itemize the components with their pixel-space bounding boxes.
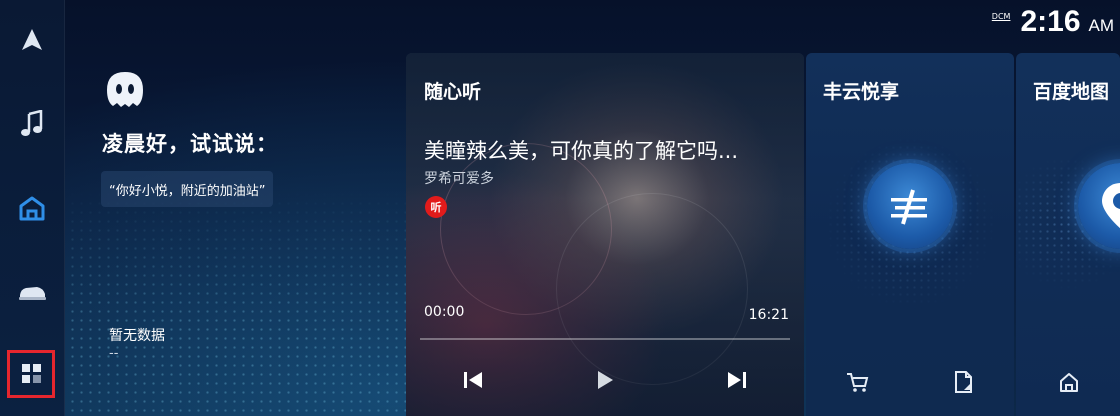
empty-data-value: --: [109, 346, 119, 361]
home-icon: [19, 196, 45, 221]
apps-highlight-box: [7, 350, 55, 398]
cart-button[interactable]: [844, 369, 870, 395]
network-label: DCM: [991, 11, 1011, 21]
clock-time: 2:16: [1020, 5, 1081, 38]
skip-next-icon: [728, 372, 746, 388]
navigation-arrow-icon: [22, 29, 42, 50]
previous-button[interactable]: [458, 365, 488, 395]
next-button[interactable]: [722, 365, 752, 395]
fengyun-logo-icon: [867, 163, 953, 249]
sidebar: [0, 0, 65, 416]
source-badge: 听: [425, 196, 447, 218]
time-total: 16:21: [748, 307, 789, 323]
map-home-button[interactable]: [1056, 369, 1082, 395]
cart-icon: [847, 373, 869, 392]
progress-bar[interactable]: [420, 338, 790, 340]
assistant-hint[interactable]: “你好小悦，附近的加油站”: [101, 171, 274, 207]
status-bar: DCM 2:16 AM: [992, 2, 1114, 42]
assistant-avatar-icon[interactable]: [103, 70, 147, 110]
song-artist: 罗希可爱多: [424, 171, 494, 187]
music-card[interactable]: 随心听 美瞳辣么美，可你真的了解它吗... 罗希可爱多 听 00:00 16:2…: [406, 53, 804, 416]
baidu-map-card[interactable]: 百度地图: [1016, 53, 1120, 416]
fengyun-card-title: 丰云悦享: [823, 81, 900, 103]
empty-data-title: 暂无数据: [109, 328, 165, 344]
home-outline-icon: [1060, 373, 1078, 392]
song-title: 美瞳辣么美，可你真的了解它吗...: [424, 139, 739, 163]
sidebar-item-navigation[interactable]: [0, 18, 64, 62]
music-note-icon: [21, 110, 43, 136]
play-icon: [598, 371, 613, 389]
skip-previous-icon: [464, 372, 482, 388]
document-icon: [955, 371, 972, 393]
play-button[interactable]: [590, 365, 620, 395]
clock-ampm: AM: [1088, 16, 1115, 35]
sidebar-item-vehicle[interactable]: [0, 270, 64, 314]
fengyun-card[interactable]: 丰云悦享: [806, 53, 1014, 416]
car-icon: [19, 287, 46, 300]
baidu-map-logo-icon: [1078, 163, 1120, 249]
sidebar-item-music[interactable]: [0, 102, 64, 146]
cover-overlay: [406, 53, 804, 416]
assistant-greeting: 凌晨好，试试说：: [102, 132, 278, 156]
sidebar-item-home[interactable]: [0, 186, 64, 230]
document-button[interactable]: [950, 369, 976, 395]
music-card-title: 随心听: [424, 81, 482, 103]
time-current: 00:00: [424, 304, 465, 320]
baidu-map-card-title: 百度地图: [1033, 81, 1110, 103]
